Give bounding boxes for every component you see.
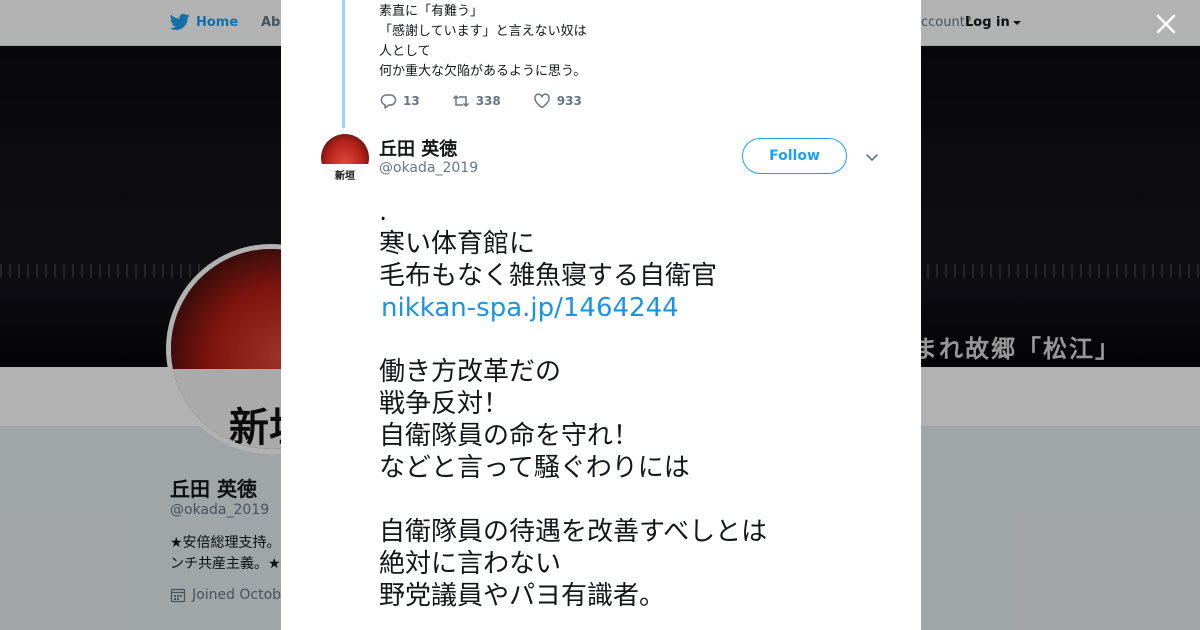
tweet-line: 野党議員やパヨ有識者。 xyxy=(379,581,666,611)
parent-tweet-actions: 13 338 933 xyxy=(379,92,614,110)
avatar-umbrella xyxy=(321,134,369,164)
author-avatar[interactable]: 新垣 xyxy=(321,134,369,182)
tweet-line: 戦争反対！ xyxy=(379,389,510,419)
author-name[interactable]: 丘田 英徳 xyxy=(379,135,457,161)
conversation-thread-line xyxy=(342,0,345,128)
reply-count: 13 xyxy=(403,94,420,108)
tweet-modal: 素直に「有難う」 「感謝しています」と言えない奴は 人として 何か重大な欠陥があ… xyxy=(281,0,921,630)
tweet-line: . xyxy=(379,197,388,227)
close-icon xyxy=(1156,14,1176,34)
retweet-count: 338 xyxy=(475,94,501,108)
reply-icon xyxy=(380,94,397,109)
heart-icon xyxy=(533,93,550,109)
tweet-line: 毛布もなく雑魚寝する自衛官 xyxy=(379,261,718,291)
tweet-link[interactable]: nikkan-spa.jp/1464244 xyxy=(379,293,679,323)
tweet-line: 自衛隊員の命を守れ！ xyxy=(379,421,640,451)
like-button[interactable]: 933 xyxy=(533,92,582,110)
retweet-icon xyxy=(452,94,469,108)
tweet-line: 自衛隊員の待遇を改善すべしとは xyxy=(379,517,768,547)
tweet-line: 寒い体育館に xyxy=(379,229,536,259)
close-button[interactable] xyxy=(1152,10,1180,38)
retweet-button[interactable]: 338 xyxy=(452,92,501,110)
tweet-line: 絶対に言わない xyxy=(379,549,562,579)
reply-button[interactable]: 13 xyxy=(379,92,420,110)
parent-tweet-text: 素直に「有難う」 「感謝しています」と言えない奴は 人として 何か重大な欠陥があ… xyxy=(379,4,587,79)
author-handle[interactable]: @okada_2019 xyxy=(379,160,478,176)
chevron-down-icon[interactable] xyxy=(864,149,880,165)
like-count: 933 xyxy=(556,94,582,108)
avatar-caption: 新垣 xyxy=(335,171,355,182)
tweet-line: などと言って騒ぐわりには xyxy=(379,453,690,483)
tweet-link-line: nikkan-spa.jp/1464244 xyxy=(379,292,899,324)
tweet-text: . 寒い体育館に 毛布もなく雑魚寝する自衛官 nikkan-spa.jp/146… xyxy=(379,196,899,612)
tweet-line: 働き方改革だの xyxy=(379,357,562,387)
follow-button[interactable]: Follow xyxy=(742,138,847,174)
